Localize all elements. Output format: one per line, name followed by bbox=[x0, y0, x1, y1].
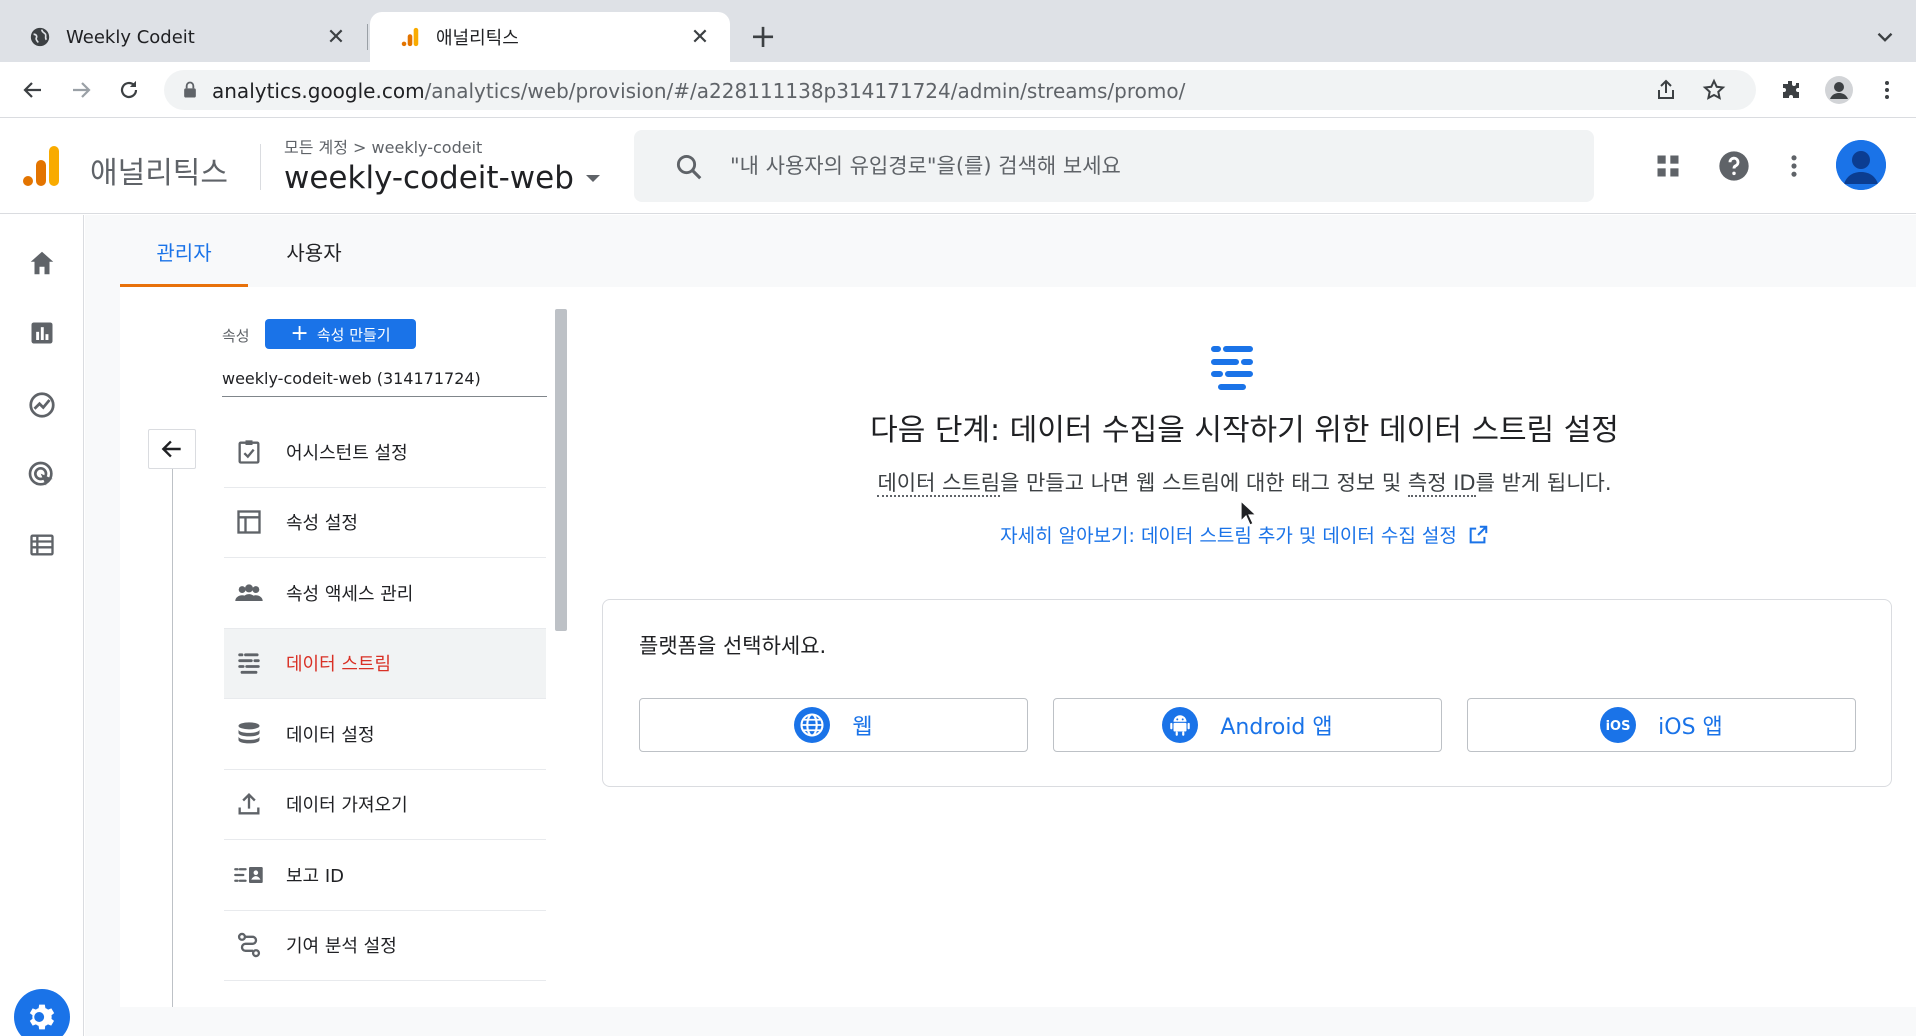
back-arrow-icon[interactable] bbox=[18, 75, 48, 105]
data-stream-icon bbox=[1209, 343, 1255, 393]
globe-icon bbox=[28, 25, 52, 49]
property-column-scrollbar[interactable] bbox=[555, 309, 567, 631]
plus-icon: + bbox=[290, 321, 309, 346]
search-icon bbox=[674, 152, 704, 182]
tab-admin[interactable]: 관리자 bbox=[120, 215, 248, 287]
configure-list-icon[interactable] bbox=[24, 527, 60, 563]
explore-icon[interactable] bbox=[24, 387, 60, 423]
forward-arrow-icon[interactable] bbox=[66, 75, 96, 105]
apps-grid-icon[interactable] bbox=[1650, 148, 1686, 184]
address-bar[interactable]: analytics.google.com/analytics/web/provi… bbox=[164, 70, 1756, 110]
collapse-back-button[interactable] bbox=[148, 429, 196, 469]
lock-icon[interactable] bbox=[180, 80, 200, 100]
menu-item-attribution-settings[interactable]: 기여 분석 설정 bbox=[224, 911, 546, 981]
advertising-target-icon[interactable] bbox=[24, 457, 60, 493]
people-icon bbox=[232, 576, 266, 610]
close-tab-icon[interactable]: ✕ bbox=[688, 25, 712, 50]
new-tab-button[interactable]: + bbox=[746, 20, 780, 54]
help-icon[interactable] bbox=[1716, 148, 1752, 184]
chevron-down-icon[interactable] bbox=[1872, 24, 1898, 50]
account-avatar[interactable] bbox=[1836, 140, 1886, 190]
reload-icon[interactable] bbox=[114, 75, 144, 105]
property-label: 속성 bbox=[222, 327, 250, 345]
data-stream-setup-content: 다음 단계: 데이터 수집을 시작하기 위한 데이터 스트림 설정 데이터 스트… bbox=[573, 287, 1916, 1007]
admin-gear-icon[interactable] bbox=[14, 989, 70, 1036]
property-picker[interactable]: weekly-codeit-web bbox=[284, 160, 600, 196]
page-title: 다음 단계: 데이터 수집을 시작하기 위한 데이터 스트림 설정 bbox=[870, 413, 1619, 448]
menu-item-reporting-identity[interactable]: 보고 ID bbox=[224, 840, 546, 911]
reports-bar-chart-icon[interactable] bbox=[24, 315, 60, 351]
more-vert-icon[interactable] bbox=[1776, 148, 1812, 184]
ios-icon: iOS bbox=[1600, 707, 1637, 743]
menu-item-access-management[interactable]: 속성 액세스 관리 bbox=[224, 558, 546, 629]
layout-icon bbox=[232, 505, 266, 539]
menu-item-property-settings[interactable]: 속성 설정 bbox=[224, 488, 546, 558]
tab-divider bbox=[367, 24, 368, 50]
create-property-button[interactable]: + 속성 만들기 bbox=[265, 319, 416, 349]
account-breadcrumb[interactable]: 모든 계정 > weekly-codeit bbox=[284, 134, 482, 158]
analytics-header: 애널리틱스 모든 계정 > weekly-codeit weekly-codei… bbox=[0, 118, 1916, 214]
android-icon bbox=[1162, 707, 1199, 743]
mouse-cursor-icon bbox=[1240, 500, 1258, 526]
ios-platform-button[interactable]: iOS iOS 앱 bbox=[1467, 698, 1856, 752]
dropdown-caret-icon bbox=[585, 174, 600, 182]
tab-title: 애널리틱스 bbox=[436, 28, 519, 49]
back-arrow-icon bbox=[161, 440, 181, 458]
tab-user[interactable]: 사용자 bbox=[266, 215, 362, 287]
open-in-new-icon bbox=[1467, 524, 1489, 546]
share-icon[interactable] bbox=[1654, 78, 1678, 102]
property-selector[interactable]: weekly-codeit-web (314171724) bbox=[222, 357, 547, 397]
url-text[interactable]: analytics.google.com/analytics/web/provi… bbox=[212, 79, 1185, 103]
menu-item-data-streams[interactable]: 데이터 스트림 bbox=[224, 628, 546, 699]
chrome-menu-icon[interactable] bbox=[1872, 75, 1902, 105]
tab-title: Weekly Codeit bbox=[66, 26, 195, 48]
bookmark-star-icon[interactable] bbox=[1702, 78, 1726, 102]
browser-toolbar: analytics.google.com/analytics/web/provi… bbox=[0, 62, 1916, 118]
globe-icon bbox=[794, 707, 831, 743]
extensions-puzzle-icon[interactable] bbox=[1776, 75, 1806, 105]
close-tab-icon[interactable]: ✕ bbox=[324, 25, 348, 50]
data-stream-term[interactable]: 데이터 스트림 bbox=[877, 471, 1001, 497]
tree-connector-line bbox=[172, 469, 173, 1007]
data-stream-icon bbox=[232, 646, 266, 680]
menu-item-data-import[interactable]: 데이터 가져오기 bbox=[224, 770, 546, 840]
left-nav-rail bbox=[0, 215, 84, 1036]
admin-subtabs: 관리자 사용자 bbox=[85, 215, 1916, 287]
platform-prompt: 플랫폼을 선택하세요. bbox=[639, 634, 827, 658]
database-icon bbox=[232, 717, 266, 751]
app-name[interactable]: 애널리틱스 bbox=[90, 148, 228, 192]
browser-tab-strip: Weekly Codeit ✕ 애널리틱스 ✕ + bbox=[0, 0, 1916, 62]
upload-icon bbox=[232, 787, 266, 821]
reporting-id-icon bbox=[232, 858, 266, 892]
checklist-icon bbox=[232, 435, 266, 469]
svg-text:iOS: iOS bbox=[1606, 719, 1631, 734]
property-menu: 어시스턴트 설정 속성 설정 속성 액세스 관리 데이터 스트림 데이터 설정 … bbox=[224, 417, 546, 981]
web-platform-button[interactable]: 웹 bbox=[639, 698, 1028, 752]
analytics-icon bbox=[398, 25, 422, 49]
search-input[interactable] bbox=[730, 148, 1570, 184]
attribution-icon bbox=[232, 928, 266, 962]
menu-item-assistant-setup[interactable]: 어시스턴트 설정 bbox=[224, 417, 546, 488]
menu-item-data-settings[interactable]: 데이터 설정 bbox=[224, 699, 546, 770]
android-platform-button[interactable]: Android 앱 bbox=[1053, 698, 1442, 752]
search-box[interactable] bbox=[634, 130, 1594, 202]
property-name: weekly-codeit-web bbox=[284, 160, 574, 196]
home-icon[interactable] bbox=[24, 245, 60, 281]
browser-tab-analytics[interactable]: 애널리틱스 ✕ bbox=[370, 12, 730, 62]
platform-selection-card: 플랫폼을 선택하세요. 웹 Android 앱 iOS iOS 앱 bbox=[602, 599, 1892, 787]
property-column: 속성 + 속성 만들기 weekly-codeit-web (314171724… bbox=[120, 287, 572, 1007]
analytics-logo-icon[interactable] bbox=[20, 144, 64, 188]
browser-tab-weekly-codeit[interactable]: Weekly Codeit ✕ bbox=[0, 12, 366, 62]
admin-panel: 속성 + 속성 만들기 weekly-codeit-web (314171724… bbox=[120, 287, 1916, 1007]
header-divider bbox=[260, 144, 261, 190]
profile-icon[interactable] bbox=[1824, 75, 1854, 105]
setup-description: 데이터 스트림을 만들고 나면 웹 스트림에 대한 태그 정보 및 측정 ID를… bbox=[877, 471, 1612, 497]
measurement-id-term[interactable]: 측정 ID bbox=[1407, 471, 1476, 497]
main-area: 관리자 사용자 속성 + 속성 만들기 weekly-codeit-web (3… bbox=[85, 215, 1916, 1036]
